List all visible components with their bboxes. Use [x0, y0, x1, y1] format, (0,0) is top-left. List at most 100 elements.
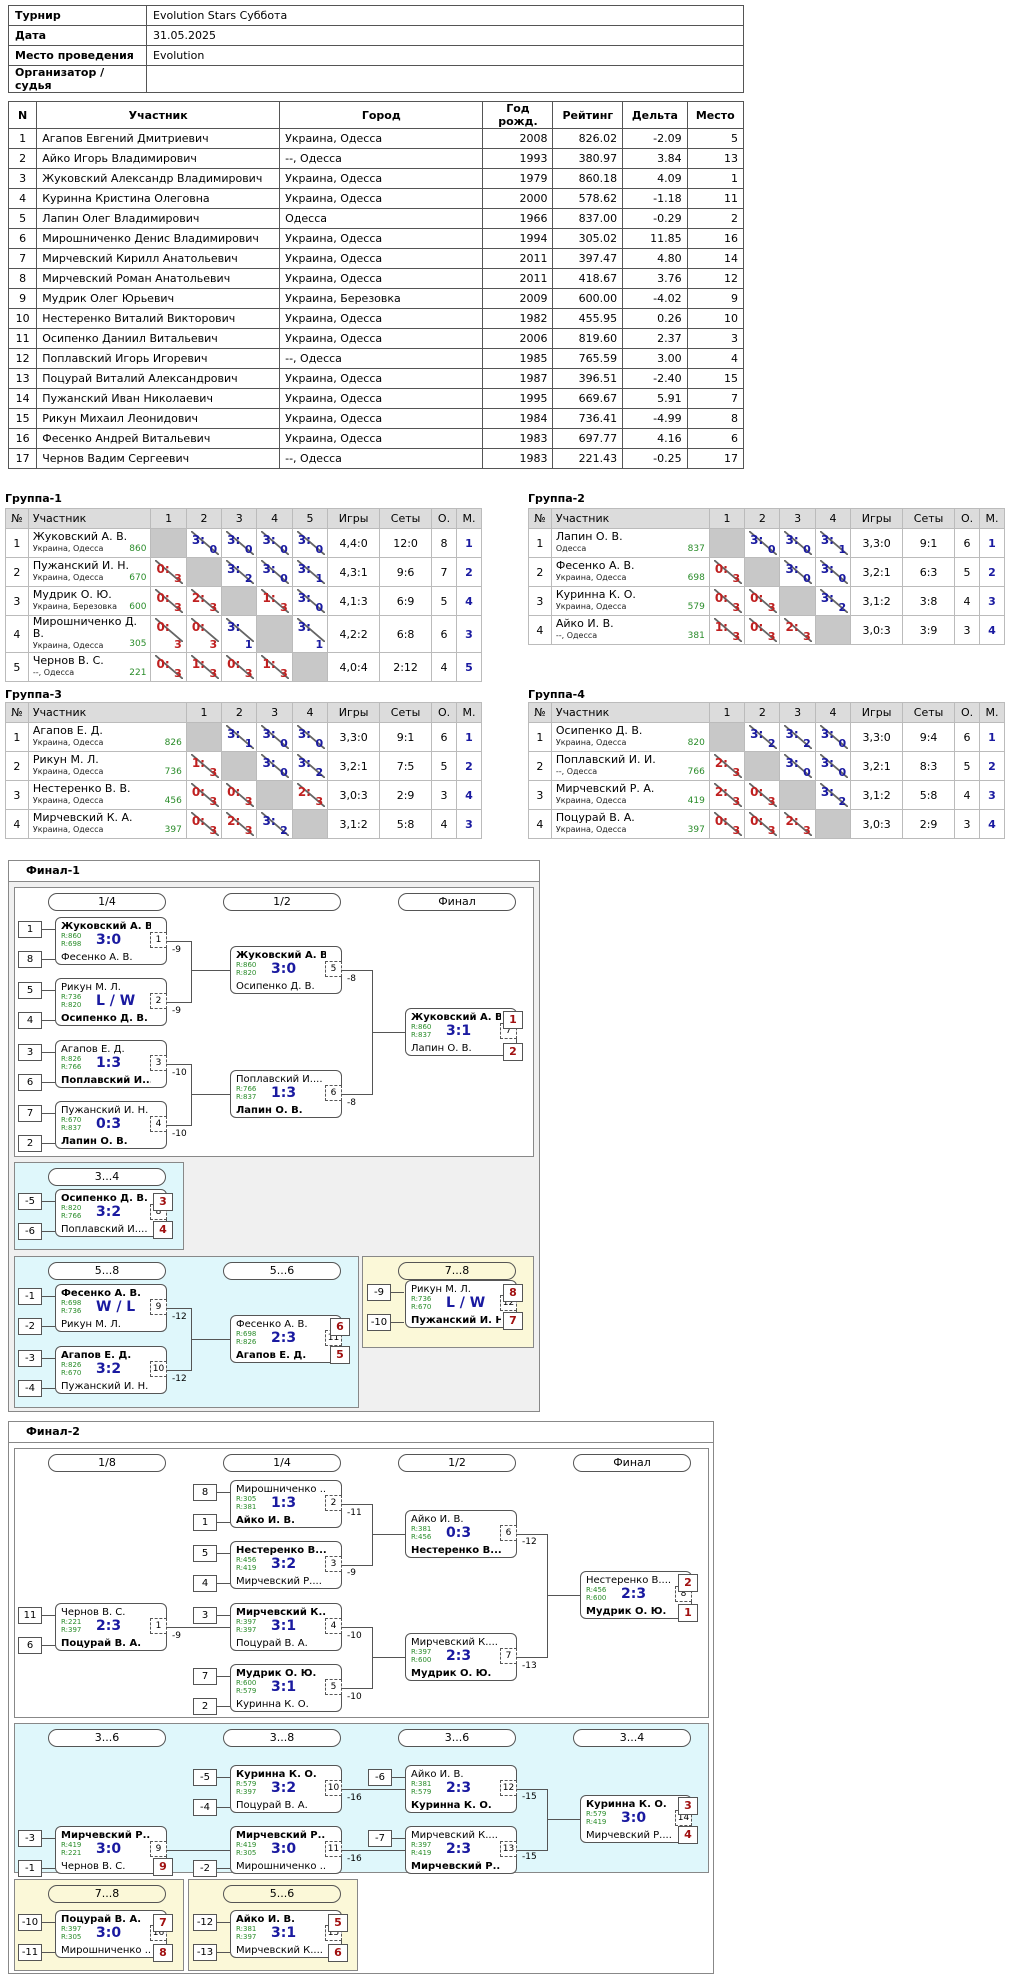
row-number: 1	[528, 528, 552, 558]
final-2-header	[8, 1421, 714, 1443]
score-own: 3:	[262, 814, 276, 828]
match-number: 12	[500, 1780, 517, 1796]
player-2-rating: R:579	[411, 1788, 432, 1796]
participant-cell: 14	[686, 248, 745, 269]
match-score: 2:3	[446, 1841, 472, 1857]
games-cell: 3,0:3	[850, 615, 904, 645]
bracket-line	[342, 1688, 372, 1689]
self-cell	[256, 780, 293, 810]
seed-box: -6	[368, 1769, 392, 1786]
bracket-line	[42, 929, 55, 930]
player-rating: 820	[687, 738, 705, 748]
place-cell: 5	[455, 652, 483, 682]
result-score: 3: 2	[816, 781, 850, 809]
match-score: 1:3	[271, 1085, 297, 1101]
participant-cell: Украина, Одесса	[279, 228, 484, 249]
player-rating: 381	[687, 631, 705, 641]
bracket-line	[191, 941, 192, 1003]
participant-cell: 5	[686, 128, 745, 149]
result-score: 3: 1	[222, 723, 256, 751]
column-header: 4	[814, 508, 852, 529]
player-cell: Пужанский И. Н. Украина, Одесса 670	[27, 557, 152, 587]
score-opp: 0	[767, 543, 776, 556]
group-row: 2 Фесенко А. В. Украина, Одесса 698 0: 3 3: 0 3:…	[528, 557, 1006, 587]
result-score: 3: 0	[780, 558, 814, 586]
match-number: 13	[500, 1841, 517, 1857]
participant-cell: 1995	[482, 388, 554, 409]
self-cell	[744, 557, 781, 587]
score-opp: 3	[174, 667, 182, 680]
player-2-name: Поцурай В. А.	[61, 1638, 142, 1649]
score-opp: 1	[838, 543, 847, 556]
loser-goto-label: -8	[347, 1098, 356, 1108]
player-name: Айко И. В.	[555, 617, 614, 630]
group-header-row: № Участник 1 2 3 4 Игры Сеты О. М.	[528, 702, 1006, 723]
player-1-rating: R:579	[586, 1810, 607, 1818]
seed-box: -10	[367, 1314, 391, 1331]
seed-box: -6	[18, 1223, 42, 1240]
seed-box: 4	[193, 1575, 217, 1592]
bracket-line	[167, 1308, 191, 1309]
player-rating: 221	[129, 668, 147, 678]
player-cell: Жуковский А. В. Украина, Одесса 860	[27, 528, 152, 558]
participant-cell: 9	[686, 288, 745, 309]
score-opp: 0	[838, 572, 847, 585]
player-1-rating: R:397	[411, 1648, 432, 1656]
place-cell: 3	[978, 780, 1006, 810]
player-cell: Мудрик О. Ю. Украина, Березовка 600	[27, 586, 152, 616]
player-cell: Агапов Е. Д. Украина, Одесса 826	[27, 722, 187, 752]
result-cell: 0: 3	[744, 809, 781, 839]
participant-row: 10 Нестеренко Виталий Викторович Украина, …	[7, 308, 745, 329]
player-2-name: Мудрик О. Ю.	[586, 1606, 667, 1617]
score-opp: 3	[280, 667, 288, 680]
result-cell: 0: 3	[150, 652, 187, 682]
result-cell: 0: 3	[185, 615, 223, 653]
participant-cell: 2000	[482, 188, 554, 209]
seed-box: -1	[18, 1860, 42, 1877]
result-score: 3: 0	[257, 723, 291, 751]
result-cell: 3: 0	[814, 557, 852, 587]
round-5-8-label: 5...8	[48, 1262, 166, 1280]
player-2-name: Мудрик О. Ю.	[411, 1668, 492, 1679]
player-1-rating: R:305	[236, 1495, 257, 1503]
column-header: Сеты	[902, 508, 956, 529]
participant-cell: 3.84	[622, 148, 688, 169]
column-header: Участник	[550, 702, 710, 723]
loser-goto-label: -11	[347, 1508, 362, 1518]
participant-cell: 13	[686, 148, 745, 169]
loser-goto-label: -10	[172, 1068, 187, 1078]
bracket-line	[42, 1052, 55, 1053]
group-3-table: № Участник 1 2 3 4 Игры Сеты О. М. 1 Агапов Е. Д. Ук…	[5, 702, 483, 839]
self-cell	[150, 528, 187, 558]
result-score: 3: 0	[816, 752, 850, 780]
column-header: Игры	[850, 702, 904, 723]
score-own: 2:	[714, 756, 728, 770]
match-number: 4	[325, 1618, 342, 1634]
seed-box: -4	[193, 1799, 217, 1816]
column-header: О.	[431, 702, 457, 723]
score-own: 0:	[191, 620, 205, 634]
score-opp: 3	[244, 824, 253, 837]
score-own: 2:	[297, 785, 311, 799]
participant-cell: Мудрик Олег Юрьевич	[36, 288, 281, 309]
score-own: 2:	[191, 591, 205, 605]
column-header: Сеты	[902, 702, 956, 723]
games-cell: 4,4:0	[327, 528, 381, 558]
bracket-line	[547, 1595, 580, 1596]
match-number: 1	[150, 932, 167, 948]
sets-cell: 7:5	[379, 751, 433, 781]
score-own: 0:	[191, 814, 205, 828]
participant-row: 14 Пужанский Иван Николаевич Украина, Одес…	[7, 388, 745, 409]
column-header: N	[7, 101, 38, 129]
result-score: 3: 0	[257, 752, 291, 780]
participant-cell: 7	[686, 388, 745, 409]
player-2-rating: R:305	[61, 1933, 82, 1941]
bracket-line	[42, 1615, 55, 1616]
score-own: 3:	[191, 533, 205, 547]
result-cell: 3: 0	[221, 528, 258, 558]
seed-box: -2	[193, 1860, 217, 1877]
result-cell: 2: 3	[779, 615, 816, 645]
row-number: 1	[5, 722, 29, 752]
player-city: Украина, Одесса	[32, 825, 104, 834]
column-header: Город	[279, 101, 484, 129]
